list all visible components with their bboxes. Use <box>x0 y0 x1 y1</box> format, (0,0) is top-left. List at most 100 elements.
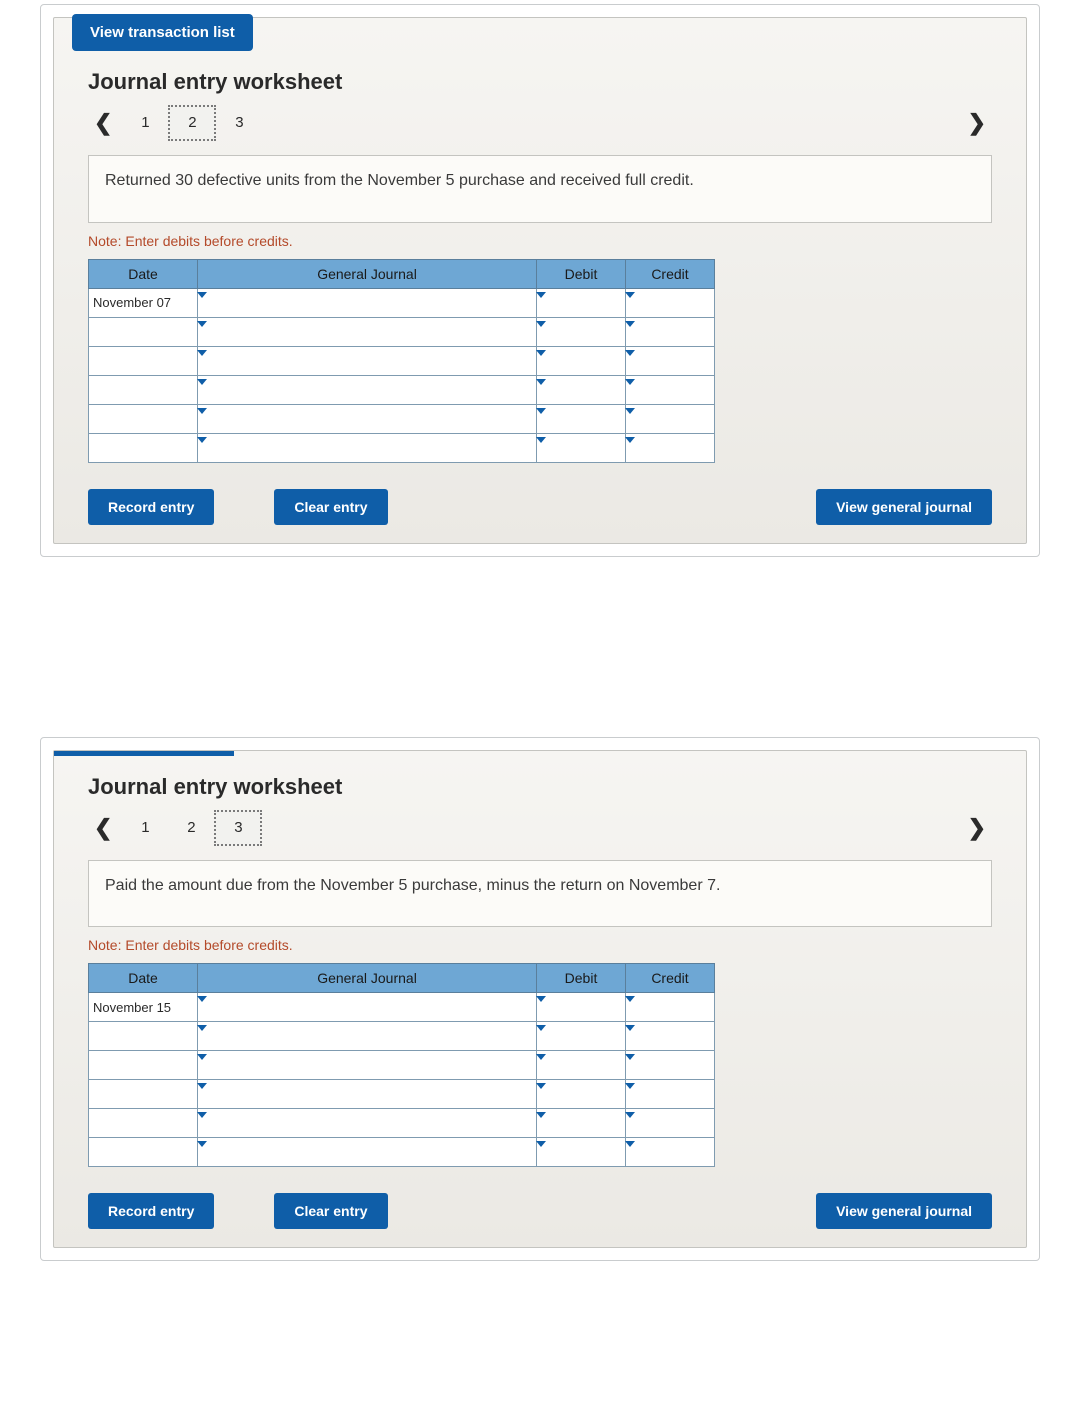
debit-cell[interactable] <box>537 375 626 404</box>
date-cell[interactable] <box>89 346 198 375</box>
date-cell[interactable] <box>89 433 198 462</box>
worksheet-inner-2: Journal entry worksheet ❮ 1 2 3 ❯ Paid t… <box>53 750 1027 1249</box>
table-row: November 07 <box>89 288 715 317</box>
chevron-left-icon[interactable]: ❮ <box>84 811 122 845</box>
account-cell[interactable] <box>198 346 537 375</box>
credit-cell[interactable] <box>626 288 715 317</box>
credit-cell[interactable] <box>626 1022 715 1051</box>
worksheet-card-1: View transaction list Journal entry work… <box>40 4 1040 557</box>
header-date: Date <box>89 964 198 993</box>
account-cell[interactable] <box>198 993 537 1022</box>
transaction-description: Paid the amount due from the November 5 … <box>88 860 992 928</box>
debit-cell[interactable] <box>537 1051 626 1080</box>
table-row <box>89 1080 715 1109</box>
credit-cell[interactable] <box>626 1109 715 1138</box>
account-cell[interactable] <box>198 1022 537 1051</box>
progress-strip <box>54 751 234 756</box>
table-body-2: November 15 <box>89 993 715 1167</box>
page-1[interactable]: 1 <box>122 106 168 140</box>
header-general-journal: General Journal <box>198 259 537 288</box>
date-cell[interactable] <box>89 1109 198 1138</box>
date-cell[interactable] <box>89 1080 198 1109</box>
table-row <box>89 375 715 404</box>
table-row <box>89 433 715 462</box>
date-cell[interactable] <box>89 317 198 346</box>
view-general-journal-button[interactable]: View general journal <box>816 489 992 525</box>
header-credit: Credit <box>626 259 715 288</box>
account-cell[interactable] <box>198 1109 537 1138</box>
credit-cell[interactable] <box>626 1051 715 1080</box>
page-2[interactable]: 2 <box>168 105 216 141</box>
date-cell[interactable] <box>89 375 198 404</box>
chevron-left-icon[interactable]: ❮ <box>84 106 122 140</box>
account-cell[interactable] <box>198 288 537 317</box>
date-cell[interactable] <box>89 1022 198 1051</box>
debit-cell[interactable] <box>537 433 626 462</box>
credit-cell[interactable] <box>626 433 715 462</box>
clear-entry-button[interactable]: Clear entry <box>274 1193 387 1229</box>
date-cell[interactable] <box>89 404 198 433</box>
debit-cell[interactable] <box>537 1109 626 1138</box>
page-3[interactable]: 3 <box>214 810 262 846</box>
page-3[interactable]: 3 <box>216 106 262 140</box>
dropdown-icon <box>536 379 546 385</box>
debit-cell[interactable] <box>537 993 626 1022</box>
dropdown-icon <box>536 1083 546 1089</box>
dropdown-icon <box>197 1054 207 1060</box>
credit-cell[interactable] <box>626 317 715 346</box>
dropdown-icon <box>197 1141 207 1147</box>
worksheet-title: Journal entry worksheet <box>88 774 1026 800</box>
dropdown-icon <box>536 292 546 298</box>
record-entry-button[interactable]: Record entry <box>88 489 214 525</box>
account-cell[interactable] <box>198 1051 537 1080</box>
debit-cell[interactable] <box>537 1022 626 1051</box>
view-general-journal-button[interactable]: View general journal <box>816 1193 992 1229</box>
clear-entry-button[interactable]: Clear entry <box>274 489 387 525</box>
account-cell[interactable] <box>198 433 537 462</box>
dropdown-icon <box>197 292 207 298</box>
debit-cell[interactable] <box>537 1080 626 1109</box>
page-2[interactable]: 2 <box>168 811 214 845</box>
credit-cell[interactable] <box>626 1080 715 1109</box>
note-text: Note: Enter debits before credits. <box>88 937 992 953</box>
dropdown-icon <box>197 350 207 356</box>
dropdown-icon <box>197 321 207 327</box>
credit-cell[interactable] <box>626 993 715 1022</box>
header-general-journal: General Journal <box>198 964 537 993</box>
debit-cell[interactable] <box>537 1138 626 1167</box>
page-1[interactable]: 1 <box>122 811 168 845</box>
transaction-description: Returned 30 defective units from the Nov… <box>88 155 992 223</box>
dropdown-icon <box>625 437 635 443</box>
account-cell[interactable] <box>198 1080 537 1109</box>
account-cell[interactable] <box>198 317 537 346</box>
date-cell[interactable] <box>89 1138 198 1167</box>
debit-cell[interactable] <box>537 317 626 346</box>
table-row <box>89 1022 715 1051</box>
date-cell[interactable]: November 15 <box>89 993 198 1022</box>
credit-cell[interactable] <box>626 375 715 404</box>
account-cell[interactable] <box>198 375 537 404</box>
dropdown-icon <box>625 379 635 385</box>
table-row <box>89 1138 715 1167</box>
view-transaction-list-button[interactable]: View transaction list <box>72 14 253 51</box>
chevron-right-icon[interactable]: ❯ <box>958 811 996 845</box>
dropdown-icon <box>536 437 546 443</box>
dropdown-icon <box>536 996 546 1002</box>
chevron-right-icon[interactable]: ❯ <box>958 106 996 140</box>
credit-cell[interactable] <box>626 404 715 433</box>
credit-cell[interactable] <box>626 346 715 375</box>
debit-cell[interactable] <box>537 346 626 375</box>
dropdown-icon <box>536 350 546 356</box>
header-debit: Debit <box>537 259 626 288</box>
table-row <box>89 1109 715 1138</box>
debit-cell[interactable] <box>537 288 626 317</box>
debit-cell[interactable] <box>537 404 626 433</box>
dropdown-icon <box>536 1025 546 1031</box>
credit-cell[interactable] <box>626 1138 715 1167</box>
dropdown-icon <box>536 408 546 414</box>
date-cell[interactable]: November 07 <box>89 288 198 317</box>
account-cell[interactable] <box>198 404 537 433</box>
date-cell[interactable] <box>89 1051 198 1080</box>
record-entry-button[interactable]: Record entry <box>88 1193 214 1229</box>
account-cell[interactable] <box>198 1138 537 1167</box>
